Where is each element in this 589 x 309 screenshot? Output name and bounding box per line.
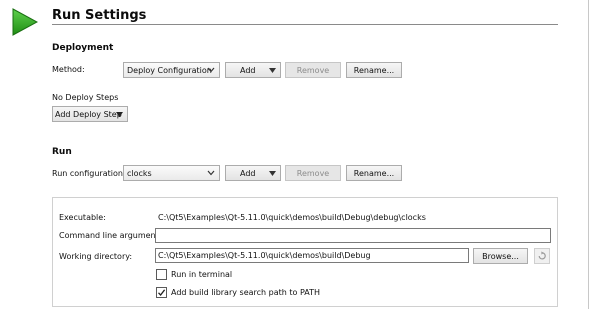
add-lib-path-box[interactable] [156,287,167,298]
run-remove-label: Remove [296,168,330,178]
dropdown-arrow-icon [269,68,276,73]
run-config-combo[interactable]: clocks [123,165,220,181]
deployment-add-label: Add [240,65,256,75]
chevron-down-icon [207,67,215,73]
run-heading: Run [52,147,72,157]
play-icon [12,8,38,36]
run-config-combo-value: clocks [127,168,152,178]
no-deploy-steps-label: No Deploy Steps [52,93,119,102]
run-in-terminal-checkbox[interactable] [156,269,167,280]
deployment-remove-label: Remove [296,65,330,75]
method-combo[interactable]: Deploy Configuration [123,62,220,78]
browse-label: Browse... [482,251,519,261]
run-rename-label: Rename... [353,168,395,178]
page-title: Run Settings [52,8,147,23]
args-label: Command line arguments: [59,231,166,240]
run-add-button[interactable]: Add [225,165,281,181]
method-label: Method: [52,65,85,74]
add-deploy-step-button[interactable]: Add Deploy Step [52,106,128,122]
deployment-heading: Deployment [52,43,114,53]
chevron-down-icon [207,170,215,176]
add-lib-path-checkbox[interactable] [156,287,167,298]
run-in-terminal-label: Run in terminal [171,270,233,279]
dropdown-arrow-icon [269,171,276,176]
add-deploy-step-label: Add Deploy Step [55,109,122,119]
deployment-remove-button[interactable]: Remove [285,62,341,78]
add-lib-path-label: Add build library search path to PATH [171,288,321,297]
method-combo-value: Deploy Configuration [127,65,212,75]
args-input[interactable] [155,228,551,243]
deployment-rename-label: Rename... [353,65,395,75]
workdir-input-value: C:\Qt5\Examples\Qt-5.11.0\quick\demos\bu… [158,251,371,260]
workdir-label: Working directory: [59,252,133,261]
deployment-rename-button[interactable]: Rename... [346,62,402,78]
executable-label: Executable: [59,213,106,222]
checkmark-icon [158,289,166,296]
workdir-input[interactable]: C:\Qt5\Examples\Qt-5.11.0\quick\demos\bu… [155,248,469,263]
run-config-label: Run configuration: [52,169,126,178]
browse-button[interactable]: Browse... [473,248,528,264]
reset-button[interactable] [534,248,550,264]
run-rename-button[interactable]: Rename... [346,165,402,181]
run-in-terminal-box[interactable] [156,269,167,280]
executable-value: C:\Qt5\Examples\Qt-5.11.0\quick\demos\bu… [158,213,426,222]
reset-icon [538,251,546,260]
title-divider [52,24,558,25]
run-remove-button[interactable]: Remove [285,165,341,181]
run-add-label: Add [240,168,256,178]
deployment-add-button[interactable]: Add [225,62,281,78]
dropdown-arrow-icon [116,112,123,117]
